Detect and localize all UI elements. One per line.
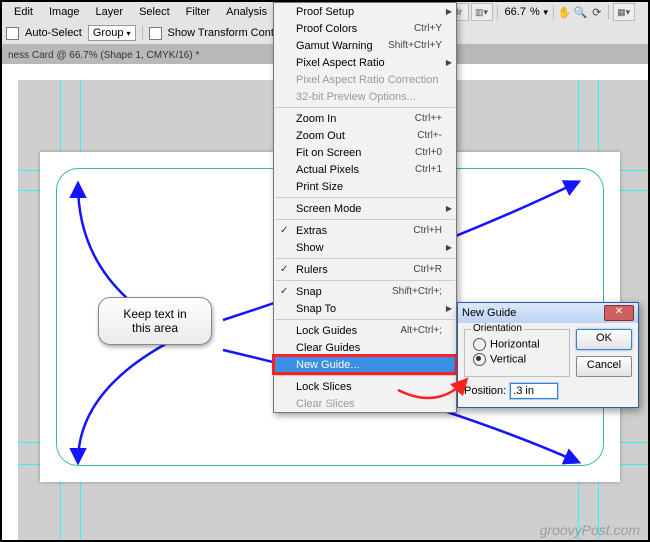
menu-item[interactable]: Pixel Aspect Ratio▶ (274, 54, 456, 71)
dialog-title: New Guide (462, 307, 516, 319)
menu-item[interactable]: ✓SnapShift+Ctrl+; (274, 283, 456, 300)
menu-item[interactable]: Clear Guides (274, 339, 456, 356)
menu-item[interactable]: Print Size (274, 178, 456, 195)
document-tab[interactable]: ness Card @ 66.7% (Shape 1, CMYK/16) * (2, 47, 205, 64)
menu-item[interactable]: New Guide... (274, 356, 456, 373)
watermark: groovyPost.com (540, 522, 640, 538)
auto-select-label: Auto-Select (25, 27, 82, 39)
screenshot-root: Edit Image Layer Select Filter Analysis … (0, 0, 650, 542)
radio-horizontal[interactable]: Horizontal (473, 338, 561, 351)
callout-keep-text: Keep text inthis area (98, 297, 212, 345)
auto-select-target[interactable]: Group ▾ (88, 25, 136, 41)
menu-layer[interactable]: Layer (88, 3, 132, 21)
menu-item[interactable]: Lock Slices (274, 378, 456, 395)
ok-button[interactable]: OK (576, 329, 632, 350)
menu-filter[interactable]: Filter (178, 3, 218, 21)
menu-item[interactable]: Screen Mode▶ (274, 200, 456, 217)
menu-edit[interactable]: Edit (6, 3, 41, 21)
menu-item[interactable]: ✓RulersCtrl+R (274, 261, 456, 278)
arrange-button[interactable]: ▦▾ (613, 3, 635, 21)
close-icon[interactable]: ✕ (604, 305, 634, 321)
menu-item[interactable]: Snap To▶ (274, 300, 456, 317)
view-dropdown: Proof Setup▶Proof ColorsCtrl+YGamut Warn… (273, 2, 457, 413)
zoom-value[interactable]: 66.7 (501, 6, 530, 18)
rotate-icon[interactable]: ⟳ (589, 6, 605, 19)
radio-vertical[interactable]: Vertical (473, 353, 561, 366)
menu-item[interactable]: Fit on ScreenCtrl+0 (274, 144, 456, 161)
show-transform-checkbox[interactable] (149, 27, 162, 40)
new-guide-dialog: New Guide ✕ Orientation Horizontal Verti… (457, 302, 639, 408)
menu-item[interactable]: Proof Setup▶ (274, 3, 456, 20)
menu-select[interactable]: Select (131, 3, 178, 21)
position-label: Position: (464, 385, 506, 397)
ruler-origin[interactable] (2, 64, 19, 81)
orientation-legend: Orientation (471, 323, 524, 334)
menu-item: Pixel Aspect Ratio Correction (274, 71, 456, 88)
auto-select-checkbox[interactable] (6, 27, 19, 40)
menu-item[interactable]: Show▶ (274, 239, 456, 256)
menu-item[interactable]: Gamut WarningShift+Ctrl+Y (274, 37, 456, 54)
menu-item[interactable]: ✓ExtrasCtrl+H (274, 222, 456, 239)
screen-mode-button[interactable]: ▥▾ (471, 3, 493, 21)
zoom-icon[interactable]: 🔍 (573, 6, 589, 19)
cancel-button[interactable]: Cancel (576, 356, 632, 377)
menu-item[interactable]: Zoom OutCtrl+- (274, 127, 456, 144)
menu-item[interactable]: Lock GuidesAlt+Ctrl+; (274, 322, 456, 339)
menu-item: 32-bit Preview Options... (274, 88, 456, 105)
menu-item[interactable]: Actual PixelsCtrl+1 (274, 161, 456, 178)
hand-icon[interactable]: ✋ (557, 6, 573, 19)
menu-item[interactable]: Proof ColorsCtrl+Y (274, 20, 456, 37)
dialog-titlebar[interactable]: New Guide ✕ (458, 303, 638, 323)
menu-analysis[interactable]: Analysis (218, 3, 275, 21)
menu-image[interactable]: Image (41, 3, 88, 21)
menu-item: Clear Slices (274, 395, 456, 412)
ruler-vertical[interactable] (2, 80, 19, 540)
orientation-group: Orientation Horizontal Vertical (464, 329, 570, 377)
position-input[interactable] (510, 383, 558, 399)
menu-item[interactable]: Zoom InCtrl++ (274, 110, 456, 127)
